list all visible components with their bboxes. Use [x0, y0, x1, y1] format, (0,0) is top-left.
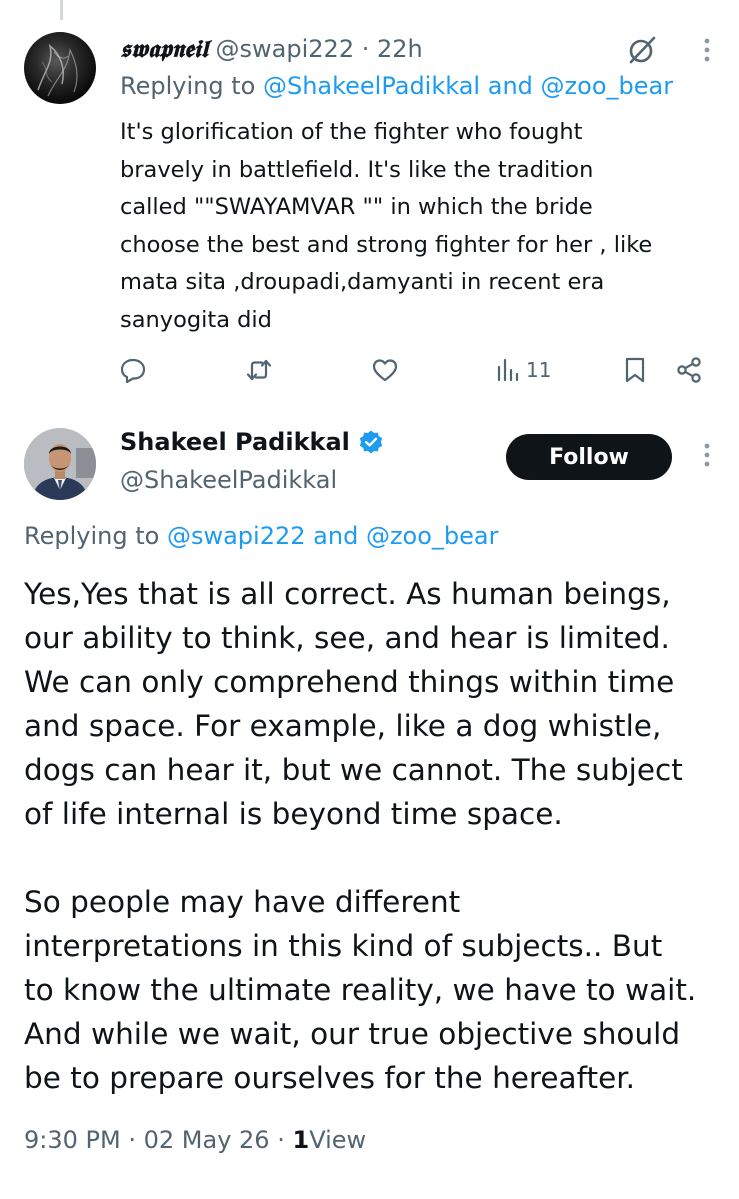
main-text-line: Yes,Yes that is all correct. As human be…: [24, 577, 671, 611]
like-icon: [372, 359, 398, 382]
more-icon[interactable]: [695, 36, 719, 64]
replying-and: and: [487, 72, 533, 100]
tweet-meta: 9:30 PM · 02 May 26 · 1View: [24, 1126, 366, 1154]
reply-icon: [120, 358, 146, 384]
main-author-name-row: Shakeel Padikkal: [120, 428, 384, 456]
reply-text-line: mata sita ,droupadi,damyanti in recent e…: [120, 269, 605, 295]
retweet-icon: [246, 359, 272, 381]
tweet-date[interactable]: 02 May 26: [144, 1126, 270, 1154]
mention-zoo-bear[interactable]: @zoo_bear: [366, 522, 499, 550]
reply-tweet-header: 𝖘𝖜𝖆𝖕𝖓𝖊𝖎𝖑 @swapi222 · 22h: [120, 34, 423, 63]
swapneil-avatar[interactable]: [24, 32, 96, 104]
reply-tweet-text: It's glorification of the fighter who fo…: [120, 114, 700, 339]
mention-swapi222[interactable]: @swapi222: [167, 522, 306, 550]
reply-display-name[interactable]: 𝖘𝖜𝖆𝖕𝖓𝖊𝖎𝖑: [120, 34, 208, 63]
main-text-line: dogs can hear it, but we cannot. The sub…: [24, 753, 683, 787]
main-tweet-text: Yes,Yes that is all correct. As human be…: [24, 572, 724, 1100]
main-text-line: to know the ultimate reality, we have to…: [24, 973, 697, 1007]
views-button[interactable]: 11: [494, 352, 551, 388]
reply-text-line: sanyogita did: [120, 306, 272, 333]
replying-prefix: Replying to: [120, 72, 256, 100]
tweet-time[interactable]: 9:30 PM: [24, 1126, 121, 1154]
main-text-line: interpretations in this kind of subjects…: [24, 929, 663, 963]
reply-text-line: It's glorification of the fighter who fo…: [120, 119, 583, 145]
retweet-button[interactable]: [244, 352, 274, 388]
thread-connector-line: [60, 0, 63, 20]
reply-replying-to: Replying to @ShakeelPadikkal and @zoo_be…: [120, 72, 673, 100]
mention-zoo-bear[interactable]: @zoo_bear: [541, 72, 674, 100]
reply-text-line: bravely in battlefield. It's like the tr…: [120, 156, 594, 183]
like-button[interactable]: [370, 352, 400, 388]
reply-button[interactable]: [118, 352, 148, 388]
share-button[interactable]: [674, 352, 704, 388]
main-display-name[interactable]: Shakeel Padikkal: [120, 428, 350, 456]
meta-separator: ·: [277, 1126, 285, 1154]
mention-shakeelpadikkal[interactable]: @ShakeelPadikkal: [263, 72, 480, 100]
reply-separator: ·: [361, 35, 370, 63]
main-text-line: our ability to think, see, and hear is l…: [24, 621, 670, 655]
share-icon: [677, 357, 701, 383]
view-label: View: [309, 1126, 367, 1154]
main-handle[interactable]: @ShakeelPadikkal: [120, 466, 337, 494]
main-text-line: of life internal is beyond time space.: [24, 797, 563, 831]
more-icon[interactable]: [695, 440, 719, 470]
main-text-line: So people may have different: [24, 885, 461, 919]
verified-badge-icon: [359, 430, 383, 454]
bookmark-icon: [625, 357, 645, 383]
reply-text-line: choose the best and strong fighter for h…: [120, 231, 653, 258]
views-icon: [497, 358, 519, 382]
replying-and: and: [313, 522, 359, 550]
main-replying-to: Replying to @swapi222 and @zoo_bear: [24, 522, 499, 550]
main-text-line: We can only comprehend things within tim…: [24, 665, 675, 699]
main-text-line: And while we wait, our true objective sh…: [24, 1017, 681, 1051]
reply-text-line: called ""SWAYAMVAR "" in which the bride: [120, 194, 593, 220]
main-text-line: and space. For example, like a dog whist…: [24, 709, 662, 743]
reply-action-bar: 11: [118, 352, 718, 388]
shakeel-avatar[interactable]: [24, 428, 96, 500]
reply-handle[interactable]: @swapi222: [216, 35, 355, 63]
views-count: 11: [526, 358, 552, 382]
reply-time[interactable]: 22h: [377, 35, 423, 63]
meta-separator: ·: [128, 1126, 136, 1154]
grok-icon[interactable]: [624, 32, 660, 68]
view-count: 1: [292, 1126, 310, 1154]
bookmark-button[interactable]: [620, 352, 650, 388]
replying-prefix: Replying to: [24, 522, 160, 550]
follow-button[interactable]: Follow: [506, 434, 672, 480]
main-text-line: be to prepare ourselves for the hereafte…: [24, 1061, 636, 1095]
